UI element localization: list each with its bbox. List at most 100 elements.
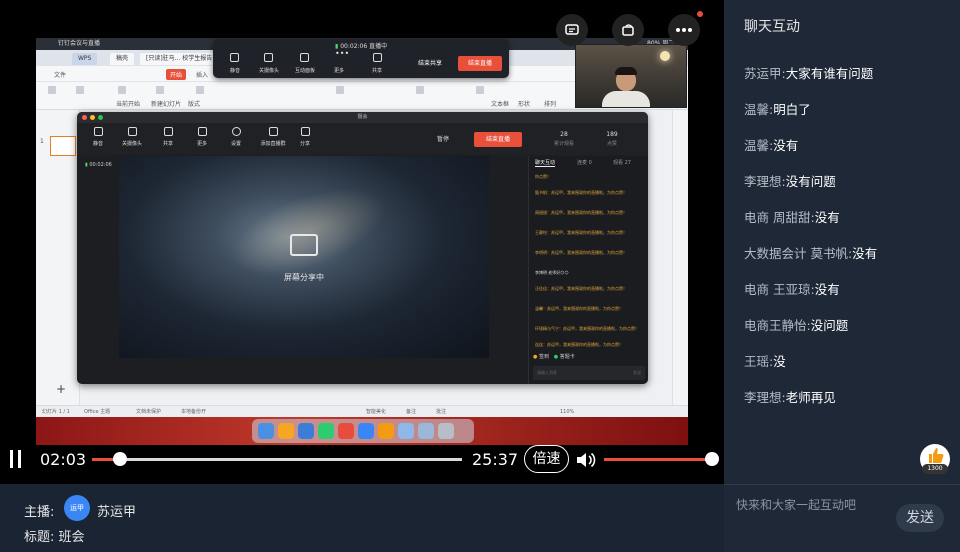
- ribbon-label: 形状: [518, 101, 531, 108]
- pause-bar-icon: [18, 450, 21, 468]
- end-live-button: 结束直播: [458, 56, 502, 71]
- tool-settings: 设置: [219, 127, 253, 147]
- more-options-button[interactable]: [668, 14, 700, 46]
- tab-mic: 连麦 0: [577, 160, 592, 166]
- chat-input[interactable]: 快来和大家一起互动吧: [736, 496, 856, 513]
- tab-viewers: 观看 27: [613, 160, 631, 166]
- more-icon: [197, 127, 207, 136]
- folder-icon: [418, 423, 434, 439]
- share-icon: [163, 127, 173, 136]
- wps-tab-file: [只读]驻马... 校学生报告: [140, 53, 219, 65]
- tool-label: 关摄像头: [121, 141, 142, 147]
- meeting-chat-message: 甄书帆：苏运甲，我来围观你的直播啦，为你点赞！: [535, 190, 627, 195]
- tool-label: 更多: [196, 141, 207, 147]
- total-time: 25:37: [472, 450, 519, 469]
- chat-user: 苏运甲:: [744, 66, 786, 81]
- more-icon: •••: [335, 49, 350, 58]
- camera-icon: [264, 53, 273, 62]
- tool-label: 添加直播群: [260, 141, 286, 147]
- ribbon-icon: [76, 86, 84, 94]
- tool-label: 共享: [162, 141, 173, 147]
- tool-share: 共享: [151, 127, 185, 147]
- pause-button[interactable]: [8, 448, 24, 470]
- ribbon-label: 文本框: [491, 101, 510, 108]
- subtitle-icon: [565, 24, 579, 35]
- more-dots-icon: [676, 28, 692, 32]
- playback-speed-button[interactable]: 倍速: [524, 445, 569, 473]
- wechat-icon: [318, 423, 334, 439]
- toolbar-more-button: 更多: [333, 68, 344, 74]
- ribbon-icon: [48, 86, 56, 94]
- wps-tab-doc: 稿壳: [110, 53, 135, 65]
- trash-icon: [438, 423, 454, 439]
- meeting-titlebar: 摄会: [77, 112, 648, 123]
- meeting-floating-toolbar: ▮ 00:02:06 直播中 静音 关摄像头 互动面板 ••• 更多 共享 结束…: [213, 39, 509, 78]
- toolbar-camera-button: 关摄像头: [258, 68, 279, 74]
- stat-label: 累计观看: [553, 141, 574, 147]
- meeting-chat-message: 王静怡：苏运甲，我来围观你的直播啦，为你点赞！: [535, 230, 627, 235]
- chat-message: 电商 周甜甜:没有: [744, 207, 840, 226]
- tool-mute: 静音: [81, 127, 115, 147]
- volume-handle[interactable]: [705, 452, 719, 466]
- launchpad-icon: [278, 423, 294, 439]
- host-label: 主播:: [24, 505, 55, 520]
- stat-value: 28: [560, 131, 568, 138]
- meeting-window-timer-value: 00:02:06: [89, 162, 112, 168]
- chat-message: 李理想:老师再见: [744, 387, 836, 406]
- chat-text: 没问题: [810, 318, 849, 333]
- meeting-chat-message: 李博明 老师好😊😊: [535, 270, 569, 275]
- chat-user: 李理想:: [744, 390, 786, 405]
- end-live-button-window: 结束直播: [474, 132, 522, 147]
- meeting-chat-message: 连连：苏运甲，我来围观你的直播啦，为你点赞！: [535, 342, 623, 347]
- notification-dot: [697, 11, 703, 17]
- tool-share-link: 分享: [288, 127, 322, 147]
- external-link-icon: [300, 127, 310, 136]
- mic-icon: [93, 127, 103, 136]
- ribbon-label: 排列: [544, 101, 557, 108]
- pause-bar-icon: [10, 450, 13, 468]
- slide-number: 1: [40, 138, 44, 145]
- tool-label: 静音: [92, 141, 103, 147]
- chat-message: 李理想:没有问题: [744, 171, 836, 190]
- quiz-button: 答题卡: [559, 354, 575, 360]
- meeting-chat-tabs: 聊天互动 连麦 0 观看 27: [529, 156, 648, 170]
- video-stage[interactable]: 钉钉会议与直播 80% 周二 5 WPS 稿壳 [只读]驻马... 校学生报告 …: [0, 0, 724, 484]
- checkin-button: 签到: [538, 354, 549, 360]
- subtitle-toggle-button[interactable]: [556, 14, 588, 46]
- tab-chat: 聊天互动: [535, 160, 556, 167]
- stream-title: 标题: 班会: [24, 530, 85, 545]
- volume-slider[interactable]: [604, 452, 719, 466]
- progress-handle[interactable]: [112, 452, 127, 466]
- menubar-app-name: 钉钉会议与直播: [58, 40, 101, 47]
- chat-message: 温馨:没有: [744, 135, 798, 154]
- wps-menu-insert: 插入: [196, 72, 209, 79]
- chat-text: 没有: [852, 246, 878, 261]
- checkin-icon: ●: [533, 354, 538, 360]
- meeting-chat-send: 发送: [633, 370, 641, 375]
- chat-message: 温馨:明白了: [744, 99, 811, 118]
- presenter-webcam: [575, 44, 687, 108]
- signal-icon: ▮: [85, 162, 88, 168]
- app-icon: [378, 423, 394, 439]
- stat-label: 点赞: [606, 141, 617, 147]
- rotate-screen-button[interactable]: [612, 14, 644, 46]
- wps-slide-pane: 1 +: [36, 110, 80, 410]
- progress-bar[interactable]: [92, 452, 462, 466]
- gear-icon: [231, 127, 241, 136]
- tool-more: 更多: [185, 127, 219, 147]
- screen-share-text: 屏幕分享中: [284, 273, 324, 282]
- volume-icon[interactable]: [574, 449, 596, 471]
- host-avatar[interactable]: 运甲: [64, 495, 90, 521]
- chat-message: 大数据会计 莫书帆:没有: [744, 243, 877, 262]
- chat-message: 电商 王亚琼:没有: [744, 279, 840, 298]
- ribbon-icon: [476, 86, 484, 94]
- rotate-icon: [622, 24, 634, 36]
- chat-text: 没有问题: [785, 174, 836, 189]
- stat-viewers: 28 累计观看: [544, 131, 584, 147]
- chat-text: 没有: [814, 210, 840, 225]
- panel-icon: [300, 53, 309, 62]
- add-slide-icon: +: [56, 382, 67, 396]
- chat-panel: 聊天互动 苏运甲:大家有谁有问题 温馨:明白了 温馨:没有 李理想:没有问题 电…: [724, 0, 960, 552]
- meeting-chat-placeholder: 请输入消息: [537, 370, 557, 375]
- send-button[interactable]: 发送: [896, 504, 944, 532]
